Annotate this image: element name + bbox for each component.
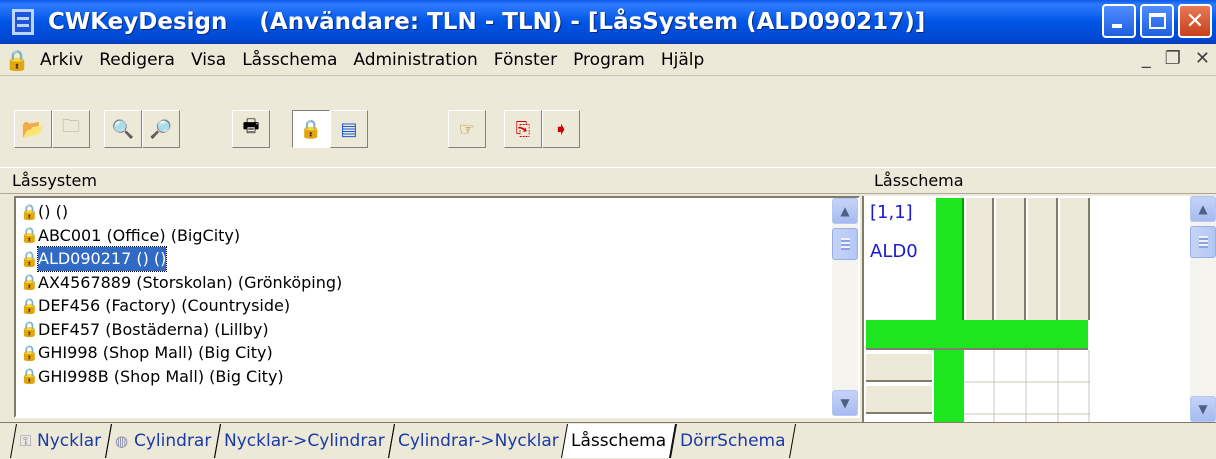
grid-cells[interactable] — [964, 350, 1090, 422]
menu-visa[interactable]: Visa — [191, 50, 226, 70]
list-item[interactable]: 🔒 AX4567889 (Storskolan) (Grönköping) — [16, 271, 824, 295]
cylinder-row-header[interactable] — [866, 384, 932, 414]
list-scrollbar[interactable]: ▲ ▼ — [832, 198, 858, 416]
tab-cylindrar-nycklar[interactable]: Cylindrar->Nycklar — [387, 424, 569, 458]
tab-dorrschema[interactable]: DörrSchema — [669, 424, 796, 458]
lock-icon: 🔒 — [20, 320, 39, 339]
lock-schema-grid[interactable]: [1,1] ALD0 ▲ ▼ — [862, 196, 1216, 422]
menu-arkiv[interactable]: Arkiv — [40, 50, 83, 70]
window-title: CWKeyDesign (Användare: TLN - TLN) - [Lå… — [48, 9, 926, 35]
tab-nycklar-cylindrar[interactable]: Nycklar->Cylindrar — [213, 424, 395, 458]
tab-label: Nycklar->Cylindrar — [223, 431, 385, 451]
close-icon: ✕ — [1185, 8, 1205, 34]
list-item[interactable]: 🔒 ALD090217 () () — [16, 246, 824, 272]
scroll-thumb[interactable] — [832, 228, 858, 260]
lock-icon: 🔒 — [20, 367, 39, 386]
hand-pointer-icon[interactable]: ☞ — [448, 110, 486, 148]
zoom-in-icon[interactable]: 🔎 — [142, 110, 180, 148]
mdi-minimize-button[interactable]: _ — [1142, 48, 1151, 69]
lock-menu-icon[interactable]: 🔒 — [4, 47, 30, 73]
cylinder-icon[interactable]: ▤ — [330, 110, 368, 148]
minimize-button[interactable] — [1102, 4, 1136, 38]
menu-redigera[interactable]: Redigera — [99, 50, 175, 70]
cylinder-row-active[interactable] — [866, 320, 1088, 350]
list-item[interactable]: 🔒() () — [16, 200, 824, 224]
mdi-restore-button[interactable]: ❐ — [1165, 48, 1181, 69]
list-item[interactable]: 🔒 DEF457 (Bostäderna) (Lillby) — [16, 318, 824, 342]
print-icon[interactable]: 🖶 — [232, 110, 270, 148]
tab-cylindrar[interactable]: ◍ Cylindrar — [104, 424, 221, 458]
system-label: ALD0 — [870, 241, 918, 262]
menu-administration[interactable]: Administration — [353, 50, 477, 70]
menu-lasschema[interactable]: Låsschema — [242, 50, 337, 70]
grid-scrollbar[interactable]: ▲ ▼ — [1190, 196, 1216, 422]
list-item[interactable]: 🔒 GHI998B (Shop Mall) (Big City) — [16, 365, 824, 389]
key-column[interactable] — [1058, 198, 1090, 320]
list-item-label: () () — [38, 202, 69, 221]
grid-scroll-thumb[interactable] — [1190, 226, 1216, 258]
key-column-cells[interactable] — [934, 350, 964, 422]
lassystem-header: Låssystem — [0, 167, 862, 194]
list-item-label: ALD090217 () () — [36, 246, 168, 272]
scroll-down-button[interactable]: ▼ — [832, 390, 858, 416]
key-column[interactable] — [964, 198, 994, 320]
maximize-button[interactable] — [1140, 4, 1174, 38]
lock-icon: 🔒 — [20, 226, 39, 245]
list-item-label: DEF457 (Bostäderna) (Lillby) — [38, 319, 269, 339]
key-column[interactable] — [1026, 198, 1058, 320]
open-folder-icon[interactable]: 📂 — [14, 110, 52, 148]
key-column[interactable] — [994, 198, 1026, 320]
list-item-label: GHI998 (Shop Mall) (Big City) — [38, 343, 273, 362]
lock-icon: 🔒 — [20, 202, 39, 221]
tab-nycklar[interactable]: ⚿ Nycklar — [10, 424, 112, 458]
title-bar: CWKeyDesign (Användare: TLN - TLN) - [Lå… — [0, 0, 1216, 44]
cylinder-row-header[interactable] — [866, 352, 932, 382]
folder-icon[interactable]: 🗀 — [52, 110, 90, 148]
copy-red-icon[interactable]: ⎘ — [504, 110, 542, 148]
tab-label: Cylindrar — [133, 431, 211, 451]
list-item[interactable]: 🔒 GHI998 (Shop Mall) (Big City) — [16, 341, 824, 365]
cylinder-icon: ◍ — [114, 432, 128, 450]
key-icon: ⚿ — [20, 432, 32, 450]
tab-strip: ⚿ Nycklar ◍ Cylindrar Nycklar->Cylindrar… — [0, 422, 1216, 459]
list-item-label: DEF456 (Factory) (Countryside) — [38, 296, 291, 315]
tab-label: Nycklar — [37, 431, 102, 451]
tab-label: DörrSchema — [679, 431, 786, 451]
app-icon[interactable] — [12, 9, 34, 35]
tab-label: Cylindrar->Nycklar — [397, 431, 559, 451]
menu-hjalp[interactable]: Hjälp — [661, 50, 704, 70]
list-item[interactable]: 🔒 DEF456 (Factory) (Countryside) — [16, 294, 824, 318]
lasschema-header: Låsschema — [862, 167, 1216, 194]
close-button[interactable]: ✕ — [1178, 4, 1212, 38]
paste-red-icon[interactable]: ➧ — [542, 110, 580, 148]
scroll-up-button[interactable]: ▲ — [832, 198, 858, 224]
minimize-icon — [1112, 24, 1122, 28]
list-item-label: ABC001 (Office) (BigCity) — [38, 225, 241, 245]
menu-program[interactable]: Program — [573, 50, 645, 70]
menu-bar: 🔒 Arkiv Redigera Visa Låsschema Administ… — [0, 44, 1216, 76]
lock-icon: 🔒 — [20, 343, 39, 362]
lock-icon: 🔒 — [20, 249, 39, 268]
tab-lasschema[interactable]: Låsschema — [561, 424, 677, 458]
coord-label: [1,1] — [870, 202, 913, 223]
lock-system-list[interactable]: 🔒() () 🔒 ABC001 (Office) (BigCity) 🔒 ALD0902… — [14, 196, 860, 418]
lock-icon: 🔒 — [20, 296, 39, 315]
coord-cell: [1,1] ALD0 — [870, 202, 930, 314]
menu-fonster[interactable]: Fönster — [494, 50, 557, 70]
lock-system-icon[interactable]: 🔒 — [292, 110, 330, 148]
grid-scroll-down-button[interactable]: ▼ — [1190, 396, 1216, 422]
lock-icon: 🔒 — [20, 273, 39, 292]
mdi-close-button[interactable]: ✕ — [1195, 48, 1210, 69]
list-item-label: AX4567889 (Storskolan) (Grönköping) — [38, 272, 343, 292]
list-item[interactable]: 🔒 ABC001 (Office) (BigCity) — [16, 224, 824, 248]
maximize-icon — [1149, 13, 1166, 29]
toolbar: 📂 🗀 🔍 🔎 🖶 🔒 ▤ ☞ ⎘ ➧ — [0, 76, 1216, 164]
tab-label: Låsschema — [571, 431, 667, 451]
key-column-active[interactable] — [934, 198, 964, 320]
grid-scroll-up-button[interactable]: ▲ — [1190, 196, 1216, 222]
zoom-icon[interactable]: 🔍 — [104, 110, 142, 148]
list-item-label: GHI998B (Shop Mall) (Big City) — [38, 366, 284, 386]
